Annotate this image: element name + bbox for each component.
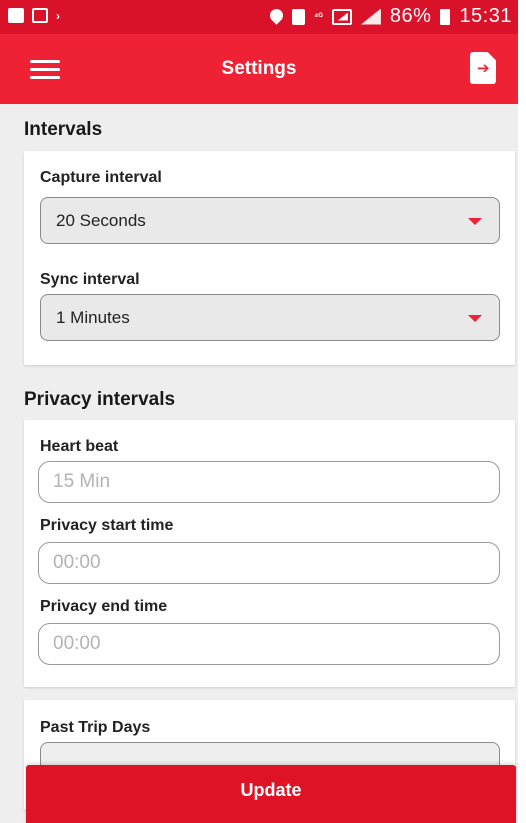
privacy-end-label: Privacy end time (40, 598, 168, 615)
export-icon[interactable] (470, 52, 496, 84)
heart-beat-label: Heart beat (40, 438, 119, 455)
privacy-end-input[interactable] (38, 623, 500, 665)
intervals-section-title: Intervals (24, 119, 103, 140)
sync-interval-dropdown[interactable]: 1 Minutes (40, 294, 500, 341)
capture-interval-value: 20 Seconds (56, 211, 146, 230)
sim-icon (291, 8, 305, 25)
status-bar: › ⁴ᴳ 86% 15:31 (0, 0, 518, 34)
battery-icon (440, 8, 451, 25)
signal-bars-icon (360, 8, 381, 25)
clock: 15:31 (459, 5, 512, 27)
update-button[interactable]: Update (26, 765, 516, 823)
capture-interval-label: Capture interval (40, 169, 162, 186)
heart-beat-input[interactable] (38, 461, 500, 503)
privacy-start-input[interactable] (38, 542, 500, 584)
dropdown-arrow-icon (468, 218, 482, 225)
battery-percent: 86% (389, 5, 432, 27)
screenshot-icon (32, 8, 48, 23)
sync-interval-value: 1 Minutes (56, 308, 130, 327)
privacy-start-label: Privacy start time (40, 517, 174, 534)
app-bar: Settings (0, 34, 518, 104)
page-title: Settings (221, 58, 297, 79)
past-trip-days-label: Past Trip Days (40, 719, 151, 736)
update-button-label: Update (240, 779, 302, 800)
data-signal-icon (331, 8, 352, 25)
status-right-icons: ⁴ᴳ 86% 15:31 (267, 5, 512, 28)
notification-icon (8, 8, 24, 23)
network-type-icon: ⁴ᴳ (313, 11, 323, 21)
location-icon (267, 5, 286, 25)
sync-interval-label: Sync interval (40, 271, 140, 288)
privacy-card: Heart beat Privacy start time Privacy en… (24, 420, 515, 687)
privacy-section-title: Privacy intervals (24, 389, 176, 410)
arrow-icon: › (56, 8, 60, 23)
status-left-icons: › (8, 8, 60, 23)
dropdown-arrow-icon (468, 315, 482, 322)
settings-screen: › ⁴ᴳ 86% 15:31 Settings Intervals Captur… (0, 0, 518, 823)
capture-interval-dropdown[interactable]: 20 Seconds (40, 197, 500, 244)
intervals-card: Capture interval 20 Seconds Sync interva… (24, 151, 515, 365)
